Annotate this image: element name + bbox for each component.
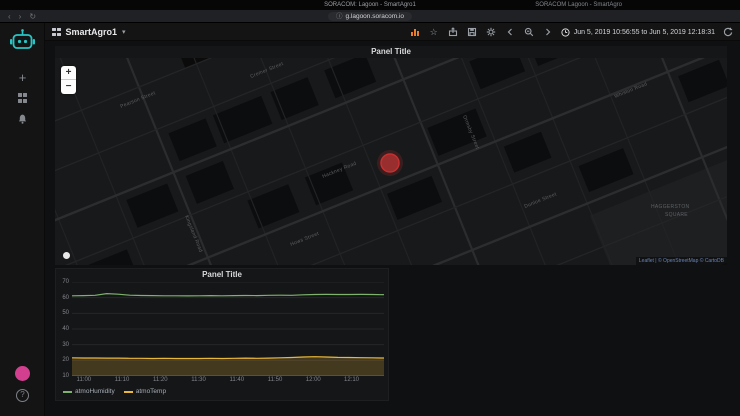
sidebar-item-alerting[interactable] xyxy=(0,113,45,125)
plus-icon: + xyxy=(19,71,27,84)
x-tick-label: 12:10 xyxy=(344,377,359,383)
save-button[interactable] xyxy=(466,25,478,39)
legend-swatch xyxy=(124,391,133,393)
chart-legend: atmoHumidity atmoTemp xyxy=(63,388,166,395)
zoom-out-icon xyxy=(524,27,534,37)
map-attribution[interactable]: Leaflet | © OpenStreetMap © CartoDB xyxy=(636,257,727,265)
gear-icon xyxy=(486,27,496,37)
bell-icon xyxy=(17,113,28,125)
url-field[interactable]: ⓘg.lagoon.soracom.io xyxy=(328,12,412,21)
legend-label: atmoTemp xyxy=(136,388,166,395)
legend-label: atmoHumidity xyxy=(75,388,115,395)
star-button[interactable]: ☆ xyxy=(428,25,440,39)
legend-item-atmoHumidity[interactable]: atmoHumidity xyxy=(63,388,115,395)
browser-nav-controls: ‹ › ↻ xyxy=(8,10,36,23)
x-tick-label: 12:00 xyxy=(306,377,321,383)
back-icon[interactable]: ‹ xyxy=(8,10,11,23)
refresh-button[interactable] xyxy=(722,25,734,39)
y-tick-label: 20 xyxy=(62,357,69,363)
y-tick-label: 70 xyxy=(62,279,69,285)
sidebar-item-dashboards[interactable] xyxy=(0,93,45,103)
dashboards-icon xyxy=(18,93,28,103)
map-tiles: Pearson StreetCremer StreetHackney RoadK… xyxy=(55,58,727,265)
map[interactable]: Pearson StreetCremer StreetHackney RoadK… xyxy=(55,58,727,265)
x-tick-label: 11:50 xyxy=(268,377,283,383)
time-range-text: Jun 5, 2019 10:56:55 to Jun 5, 2019 12:1… xyxy=(574,29,715,36)
series-line-atmoHumidity xyxy=(72,294,384,296)
zoom-out-button[interactable] xyxy=(523,25,535,39)
bar-chart-icon xyxy=(410,27,420,37)
time-series-chart xyxy=(72,282,384,376)
tab-title: SORACOM: Lagoon - SmartAgro1 xyxy=(324,2,416,8)
settings-button[interactable] xyxy=(485,25,497,39)
forward-icon[interactable]: › xyxy=(19,10,22,23)
map-zoom-control: + − xyxy=(61,66,76,94)
chevron-left-icon xyxy=(506,27,514,37)
chevron-down-icon[interactable]: ▾ xyxy=(122,28,126,36)
refresh-icon xyxy=(723,27,733,37)
y-tick-label: 60 xyxy=(62,295,69,301)
street-label: SQUARE xyxy=(665,212,688,218)
plot-area[interactable] xyxy=(72,282,384,376)
y-tick-label: 50 xyxy=(62,310,69,316)
screen: SORACOM: Lagoon - SmartAgro1 SORACOM Lag… xyxy=(0,0,740,416)
browser-tab-strip: SORACOM: Lagoon - SmartAgro1 SORACOM Lag… xyxy=(0,0,740,10)
share-button[interactable] xyxy=(447,25,459,39)
top-navbar: SmartAgro1 ▾ ☆ xyxy=(0,23,740,41)
time-shift-back-button[interactable] xyxy=(504,25,516,39)
soracom-lagoon-logo-icon xyxy=(9,27,36,54)
x-tick-label: 11:00 xyxy=(77,377,92,383)
clock-icon xyxy=(561,28,570,37)
help-icon: ? xyxy=(16,389,29,402)
map-panel: Panel Title xyxy=(55,46,727,265)
browser-url-bar: ‹ › ↻ ⓘg.lagoon.soracom.io xyxy=(0,10,740,23)
graph-panel: Panel Title 70605040302010 11:0011:1011:… xyxy=(55,268,389,401)
chevron-right-icon xyxy=(544,27,552,37)
sidebar-item-profile[interactable] xyxy=(0,366,45,381)
url-text: g.lagoon.soracom.io xyxy=(345,13,404,20)
time-range-picker[interactable]: Jun 5, 2019 10:56:55 to Jun 5, 2019 12:1… xyxy=(561,28,715,37)
window-title: SORACOM Lagoon - SmartAgro xyxy=(535,0,622,10)
y-tick-label: 30 xyxy=(62,342,69,348)
x-axis-labels: 11:00 11:10 11:20 11:30 11:40 11:50 12:00 12:10 xyxy=(72,377,384,385)
time-shift-forward-button[interactable] xyxy=(542,25,554,39)
y-axis-labels: 70 60 50 40 30 20 10 xyxy=(56,269,71,389)
attribution-toggle[interactable] xyxy=(63,252,70,259)
zoom-in-button[interactable]: + xyxy=(61,66,76,80)
map-marker[interactable] xyxy=(377,150,403,176)
save-icon xyxy=(467,27,477,37)
reload-icon[interactable]: ↻ xyxy=(29,10,36,23)
share-icon xyxy=(448,27,458,37)
legend-item-atmoTemp[interactable]: atmoTemp xyxy=(124,388,166,395)
y-tick-label: 40 xyxy=(62,326,69,332)
map-panel-title[interactable]: Panel Title xyxy=(55,46,727,58)
star-icon: ☆ xyxy=(430,28,438,37)
street-label: HAGGERSTON xyxy=(651,204,690,210)
sidebar-item-create[interactable]: + xyxy=(0,71,45,84)
x-tick-label: 11:20 xyxy=(153,377,168,383)
sidebar-item-help[interactable]: ? xyxy=(0,389,45,402)
avatar xyxy=(15,366,30,381)
graph-panel-title[interactable]: Panel Title xyxy=(56,269,388,281)
dashboard-icon xyxy=(52,28,61,37)
sidebar-logo[interactable] xyxy=(0,27,45,54)
y-tick-label: 10 xyxy=(62,373,69,379)
bar-chart-button[interactable] xyxy=(409,25,421,39)
dashboard-title[interactable]: SmartAgro1 xyxy=(66,27,118,37)
legend-swatch xyxy=(63,391,72,393)
zoom-out-button-map[interactable]: − xyxy=(61,80,76,94)
sidebar: + ? xyxy=(0,23,45,416)
x-tick-label: 11:40 xyxy=(229,377,244,383)
x-tick-label: 11:30 xyxy=(191,377,206,383)
browser-tab[interactable]: SORACOM: Lagoon - SmartAgro1 xyxy=(0,0,740,10)
site-info-icon[interactable]: ⓘ xyxy=(336,13,343,20)
x-tick-label: 11:10 xyxy=(115,377,130,383)
